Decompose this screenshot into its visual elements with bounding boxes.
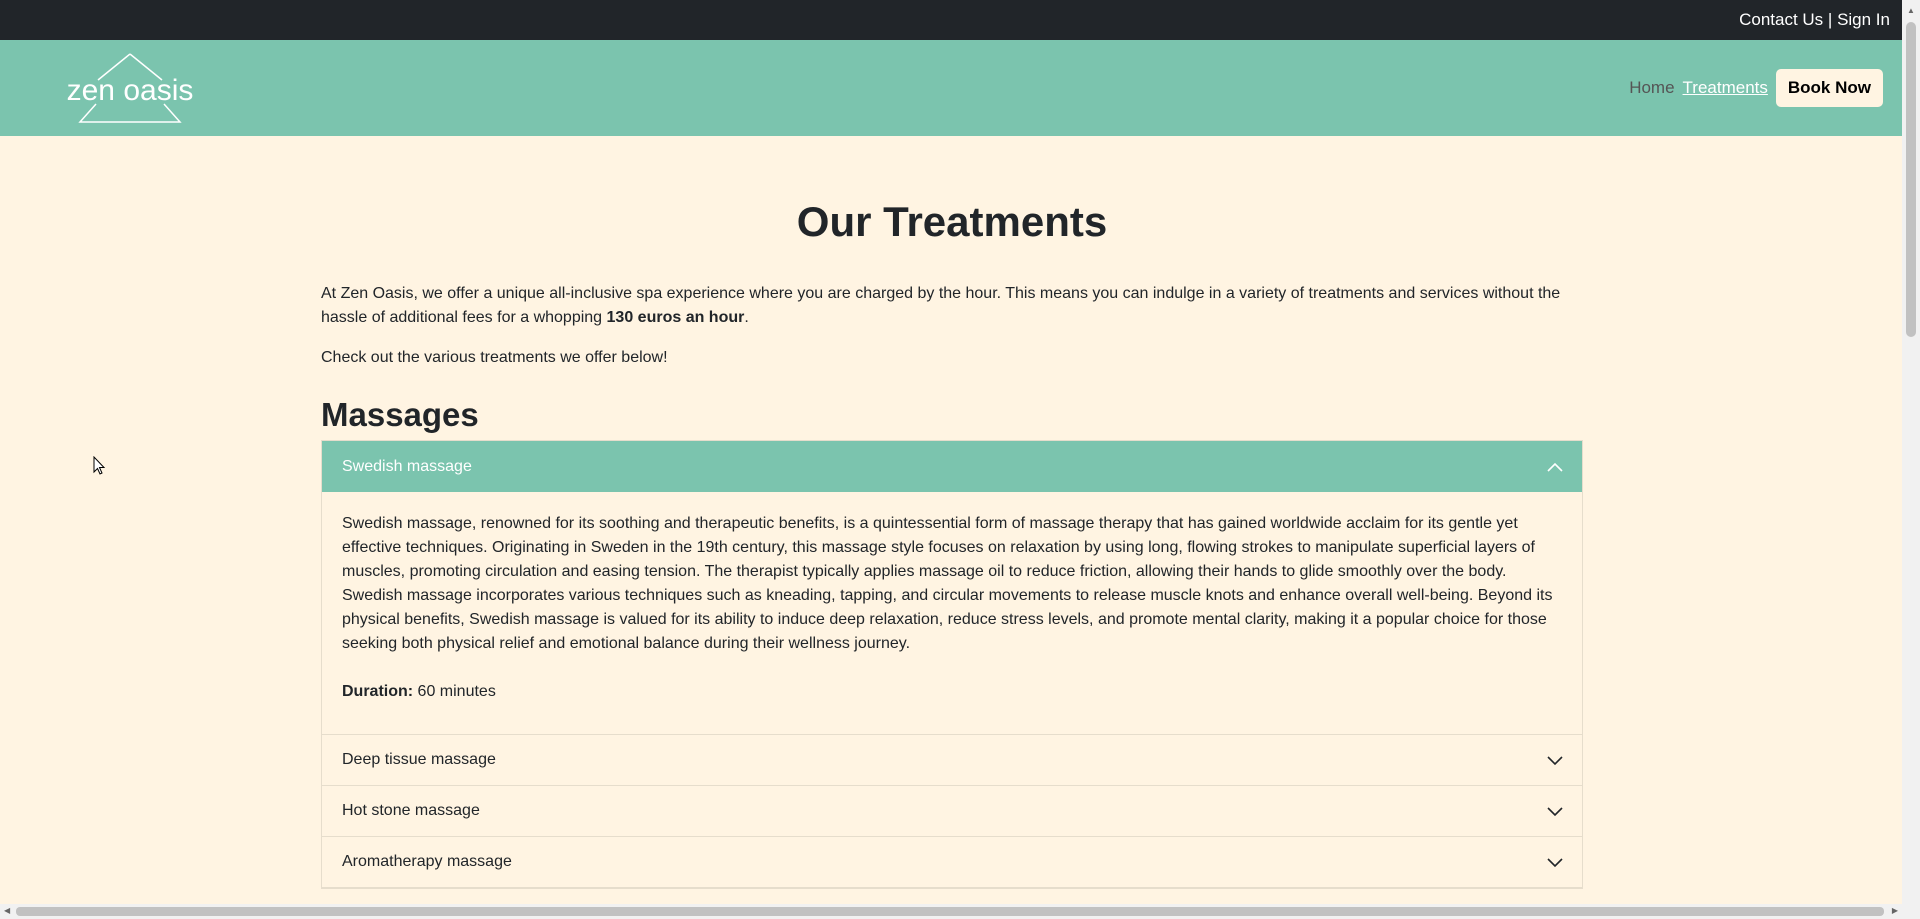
page-title: Our Treatments [796,198,1108,245]
nav-links: Home Treatments Book Now [1629,69,1883,107]
nav-home-link[interactable]: Home [1629,78,1674,98]
accordion-body-swedish-massage: Swedish massage, renowned for its soothi… [322,492,1582,735]
intro-text: At Zen Oasis, we offer a unique all-incl… [321,285,1561,326]
accordion-title: Hot stone massage [342,802,480,819]
massages-accordion: Swedish massage Swedish massage, renowne… [321,440,1583,889]
accordion-header-hot-stone-massage[interactable]: Hot stone massage [322,786,1582,837]
contact-us-link[interactable]: Contact Us [1739,10,1823,29]
main-navbar: zen oasis Home Treatments Book Now [0,40,1902,136]
accordion-title: Deep tissue massage [342,751,496,768]
duration-label: Duration: [342,683,414,700]
intro-call-to-action: Check out the various treatments we offe… [321,349,668,366]
accordion-title: Swedish massage [342,457,472,475]
scroll-left-icon[interactable]: ◀ [4,906,10,915]
accordion-header-deep-tissue-massage[interactable]: Deep tissue massage [322,735,1582,786]
intro-paragraph: At Zen Oasis, we offer a unique all-incl… [321,282,1583,330]
top-links-separator: | [1823,10,1838,29]
chevron-down-icon [1547,756,1563,766]
duration-value: 60 minutes [413,683,496,700]
book-now-button[interactable]: Book Now [1775,69,1883,107]
accordion-title: Aromatherapy massage [342,853,512,870]
nav-treatments-link[interactable]: Treatments [1683,78,1768,98]
zen-oasis-logo[interactable]: zen oasis [58,52,202,124]
scroll-right-icon[interactable]: ▶ [1892,906,1898,915]
chevron-down-icon [1547,858,1563,868]
top-utility-bar: Contact Us | Sign In [0,0,1902,40]
main-content: Our Treatments At Zen Oasis, we offer a … [321,136,1583,889]
horizontal-scrollbar[interactable]: ◀ ▶ [0,904,1902,919]
chevron-up-icon [1547,462,1563,472]
vertical-scrollbar[interactable]: ▲ [1902,0,1920,919]
treatment-description: Swedish massage, renowned for its soothi… [342,515,1553,652]
price-highlight: 130 euros an hour [606,309,745,326]
section-title-massages: Massages [321,396,479,433]
chevron-down-icon [1547,807,1563,817]
logo-text: zen oasis [67,74,194,107]
scroll-up-icon[interactable]: ▲ [1907,6,1915,15]
vertical-scrollbar-thumb[interactable] [1906,22,1916,337]
treatment-duration: Duration: 60 minutes [342,680,1562,704]
horizontal-scrollbar-thumb[interactable] [16,907,1884,916]
sign-in-link[interactable]: Sign In [1837,10,1890,29]
top-links: Contact Us | Sign In [1739,10,1890,30]
intro-end: . [744,309,749,326]
accordion-header-swedish-massage[interactable]: Swedish massage [322,441,1582,492]
accordion-header-aromatherapy-massage[interactable]: Aromatherapy massage [322,837,1582,888]
mouse-cursor-icon [93,456,106,475]
